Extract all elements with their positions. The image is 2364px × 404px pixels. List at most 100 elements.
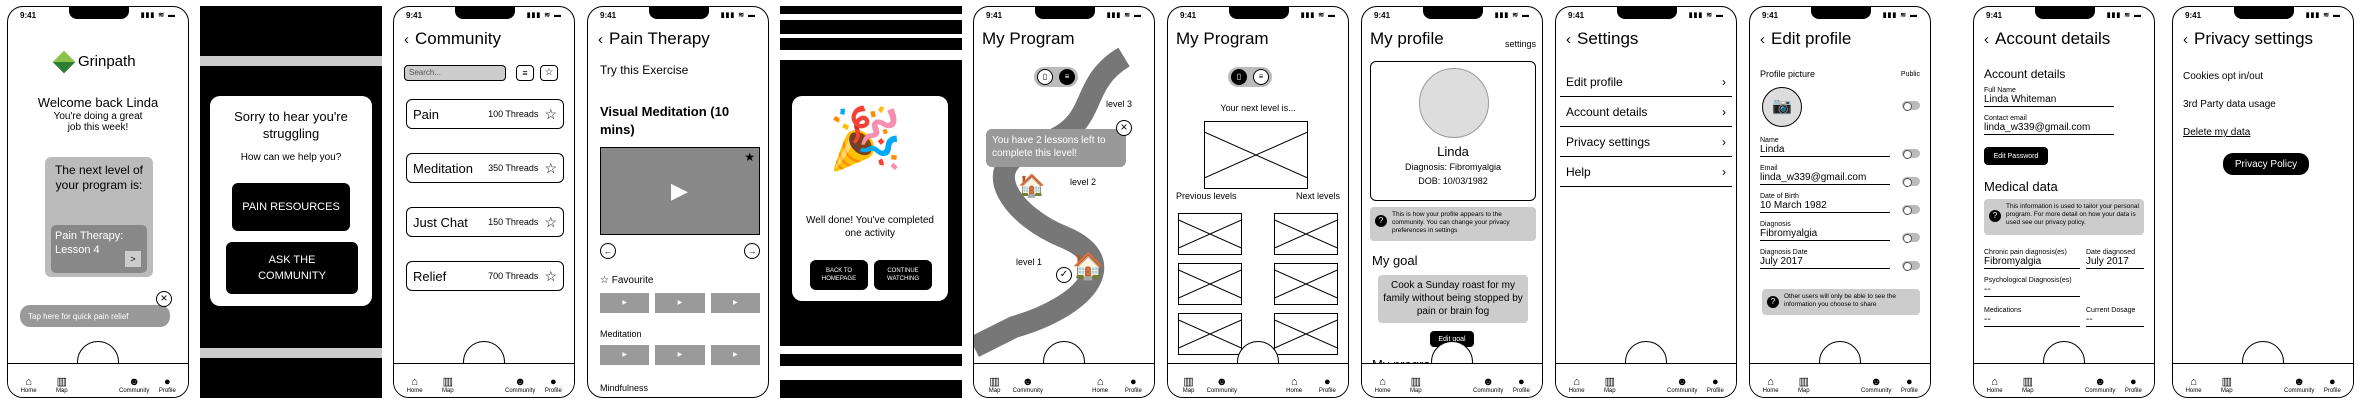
- field-diagnosis-date[interactable]: Diagnosis Date July 2017: [1760, 249, 1890, 277]
- continue-watching-button[interactable]: CONTINUE WATCHING: [874, 260, 932, 290]
- field-date-diagnosed[interactable]: Date diagnosed July 2017: [2086, 249, 2144, 269]
- tab-home[interactable]: ⌂ Home: [1282, 376, 1306, 394]
- name-public-toggle[interactable]: [1902, 149, 1920, 159]
- field-name[interactable]: Name Linda: [1760, 137, 1890, 165]
- tab-profile[interactable]: ● Profile: [1509, 376, 1533, 394]
- tab-community[interactable]: ☻ Community: [1861, 376, 1891, 394]
- tab-map[interactable]: ▥ Map: [983, 376, 1007, 394]
- tab-community[interactable]: ☻ Community: [505, 376, 535, 394]
- tab-home[interactable]: ⌂ Home: [1983, 376, 2007, 394]
- picture-public-toggle[interactable]: [1902, 101, 1920, 111]
- tab-map[interactable]: ▥ Map: [1792, 376, 1816, 394]
- view-toggle[interactable]: ▯ ≡: [1228, 67, 1272, 87]
- field-contact-email[interactable]: Contact email linda_w339@gmail.com: [1984, 115, 2114, 135]
- settings-item-privacy[interactable]: Privacy settings ›: [1560, 127, 1732, 157]
- settings-item-edit-profile[interactable]: Edit profile ›: [1560, 67, 1732, 97]
- arrow-right-icon[interactable]: >: [125, 251, 141, 267]
- tab-map[interactable]: ▥ Map: [436, 376, 460, 394]
- list-view-icon[interactable]: ≡: [1253, 69, 1269, 85]
- tab-profile[interactable]: ● Profile: [1897, 376, 1921, 394]
- level-thumb[interactable]: [1274, 213, 1338, 255]
- house-icon[interactable]: 🏠: [1072, 251, 1104, 282]
- back-to-homepage-button[interactable]: BACK TO HOMEPAGE: [810, 260, 868, 290]
- map-view-icon[interactable]: ▯: [1231, 69, 1247, 85]
- back-icon[interactable]: ‹: [404, 31, 409, 48]
- back-icon[interactable]: ‹: [598, 31, 603, 48]
- email-public-toggle[interactable]: [1902, 177, 1920, 187]
- tab-home[interactable]: ⌂ Home: [17, 376, 41, 394]
- topic-row[interactable]: Pain 100 Threads ☆: [406, 99, 564, 129]
- tab-home[interactable]: ⌂ Home: [1759, 376, 1783, 394]
- tab-profile[interactable]: ● Profile: [1703, 376, 1727, 394]
- star-icon[interactable]: ☆: [544, 106, 557, 123]
- tab-profile[interactable]: ● Profile: [2320, 376, 2344, 394]
- back-icon[interactable]: ‹: [2183, 31, 2188, 48]
- level-thumb[interactable]: [1178, 263, 1242, 305]
- back-icon[interactable]: ‹: [1566, 31, 1571, 48]
- lesson-card[interactable]: Pain Therapy: Lesson 4 >: [51, 225, 147, 273]
- ask-community-button[interactable]: ASK THE COMMUNITY: [226, 242, 358, 294]
- level-thumb[interactable]: [1178, 313, 1242, 355]
- video-thumb[interactable]: ▶: [655, 345, 705, 365]
- field-full-name[interactable]: Full Name Linda Whiteman: [1984, 87, 2114, 107]
- level-thumb[interactable]: [1274, 263, 1338, 305]
- star-icon[interactable]: ☆: [544, 160, 557, 177]
- pain-resources-button[interactable]: PAIN RESOURCES: [232, 183, 350, 231]
- star-icon[interactable]: ☆: [544, 214, 557, 231]
- field-medications[interactable]: Medications --: [1984, 307, 2080, 327]
- settings-link[interactable]: settings: [1505, 39, 1536, 49]
- tab-map[interactable]: ▥ Map: [2215, 376, 2239, 394]
- video-thumb[interactable]: ▶: [600, 293, 650, 313]
- tab-community[interactable]: ☻ Community: [2085, 376, 2115, 394]
- topic-row[interactable]: Relief 700 Threads ☆: [406, 261, 564, 291]
- close-icon[interactable]: ×: [1116, 120, 1132, 136]
- dob-public-toggle[interactable]: [1902, 205, 1920, 215]
- third-party-item[interactable]: 3rd Party data usage: [2183, 99, 2276, 110]
- diagnosis-public-toggle[interactable]: [1902, 233, 1920, 243]
- tab-profile[interactable]: ● Profile: [1121, 376, 1145, 394]
- tab-community[interactable]: ☻ Community: [2284, 376, 2314, 394]
- tab-profile[interactable]: ● Profile: [2121, 376, 2145, 394]
- tab-map[interactable]: ▥ Map: [1404, 376, 1428, 394]
- star-filter-icon[interactable]: ☆: [540, 65, 558, 81]
- close-icon[interactable]: ×: [156, 291, 172, 307]
- cookies-item[interactable]: Cookies opt in/out: [2183, 71, 2263, 82]
- field-email[interactable]: Email linda_w339@gmail.com: [1760, 165, 1890, 193]
- tab-map[interactable]: ▥ Map: [1177, 376, 1201, 394]
- next-level-image[interactable]: [1204, 121, 1308, 189]
- tab-home[interactable]: ⌂ Home: [2182, 376, 2206, 394]
- delete-data-link[interactable]: Delete my data: [2183, 127, 2250, 138]
- tab-profile[interactable]: ● Profile: [155, 376, 179, 394]
- field-chronic-pain[interactable]: Chronic pain diagnosis(es) Fibromyalgia: [1984, 249, 2080, 269]
- quick-relief-button[interactable]: Tap here for quick pain relief: [20, 305, 170, 327]
- search-input[interactable]: Search...: [404, 65, 506, 81]
- topic-row[interactable]: Meditation 350 Threads ☆: [406, 153, 564, 183]
- tab-community[interactable]: ☻ Community: [1013, 376, 1043, 394]
- field-current-dosage[interactable]: Current Dosage --: [2086, 307, 2144, 327]
- tab-map[interactable]: ▥ Map: [50, 376, 74, 394]
- tab-home[interactable]: ⌂ Home: [1565, 376, 1589, 394]
- settings-item-account-details[interactable]: Account details ›: [1560, 97, 1732, 127]
- star-icon[interactable]: ☆: [544, 268, 557, 285]
- tab-map[interactable]: ▥ Map: [2016, 376, 2040, 394]
- tab-map[interactable]: ▥ Map: [1598, 376, 1622, 394]
- topic-row[interactable]: Just Chat 150 Threads ☆: [406, 207, 564, 237]
- video-player[interactable]: ▶ ★: [600, 147, 760, 235]
- tab-home[interactable]: ⌂ Home: [403, 376, 427, 394]
- video-thumb[interactable]: ▶: [600, 345, 650, 365]
- tab-community[interactable]: ☻ Community: [119, 376, 149, 394]
- back-icon[interactable]: ‹: [1760, 31, 1765, 48]
- video-thumb[interactable]: ▶: [655, 293, 705, 313]
- tab-community[interactable]: ☻ Community: [1667, 376, 1697, 394]
- prev-arrow-icon[interactable]: ←: [600, 243, 616, 259]
- diagnosis-date-public-toggle[interactable]: [1902, 261, 1920, 271]
- tab-profile[interactable]: ● Profile: [541, 376, 565, 394]
- tab-community[interactable]: ☻ Community: [1473, 376, 1503, 394]
- tab-profile[interactable]: ● Profile: [1315, 376, 1339, 394]
- privacy-policy-button[interactable]: Privacy Policy: [2223, 153, 2309, 175]
- settings-item-help[interactable]: Help ›: [1560, 157, 1732, 187]
- field-psych-diagnosis[interactable]: Psychological Diagnosis(es) --: [1984, 277, 2080, 297]
- field-dob[interactable]: Date of Birth 10 March 1982: [1760, 193, 1890, 221]
- camera-icon[interactable]: 📷: [1762, 87, 1802, 127]
- level-thumb[interactable]: [1274, 313, 1338, 355]
